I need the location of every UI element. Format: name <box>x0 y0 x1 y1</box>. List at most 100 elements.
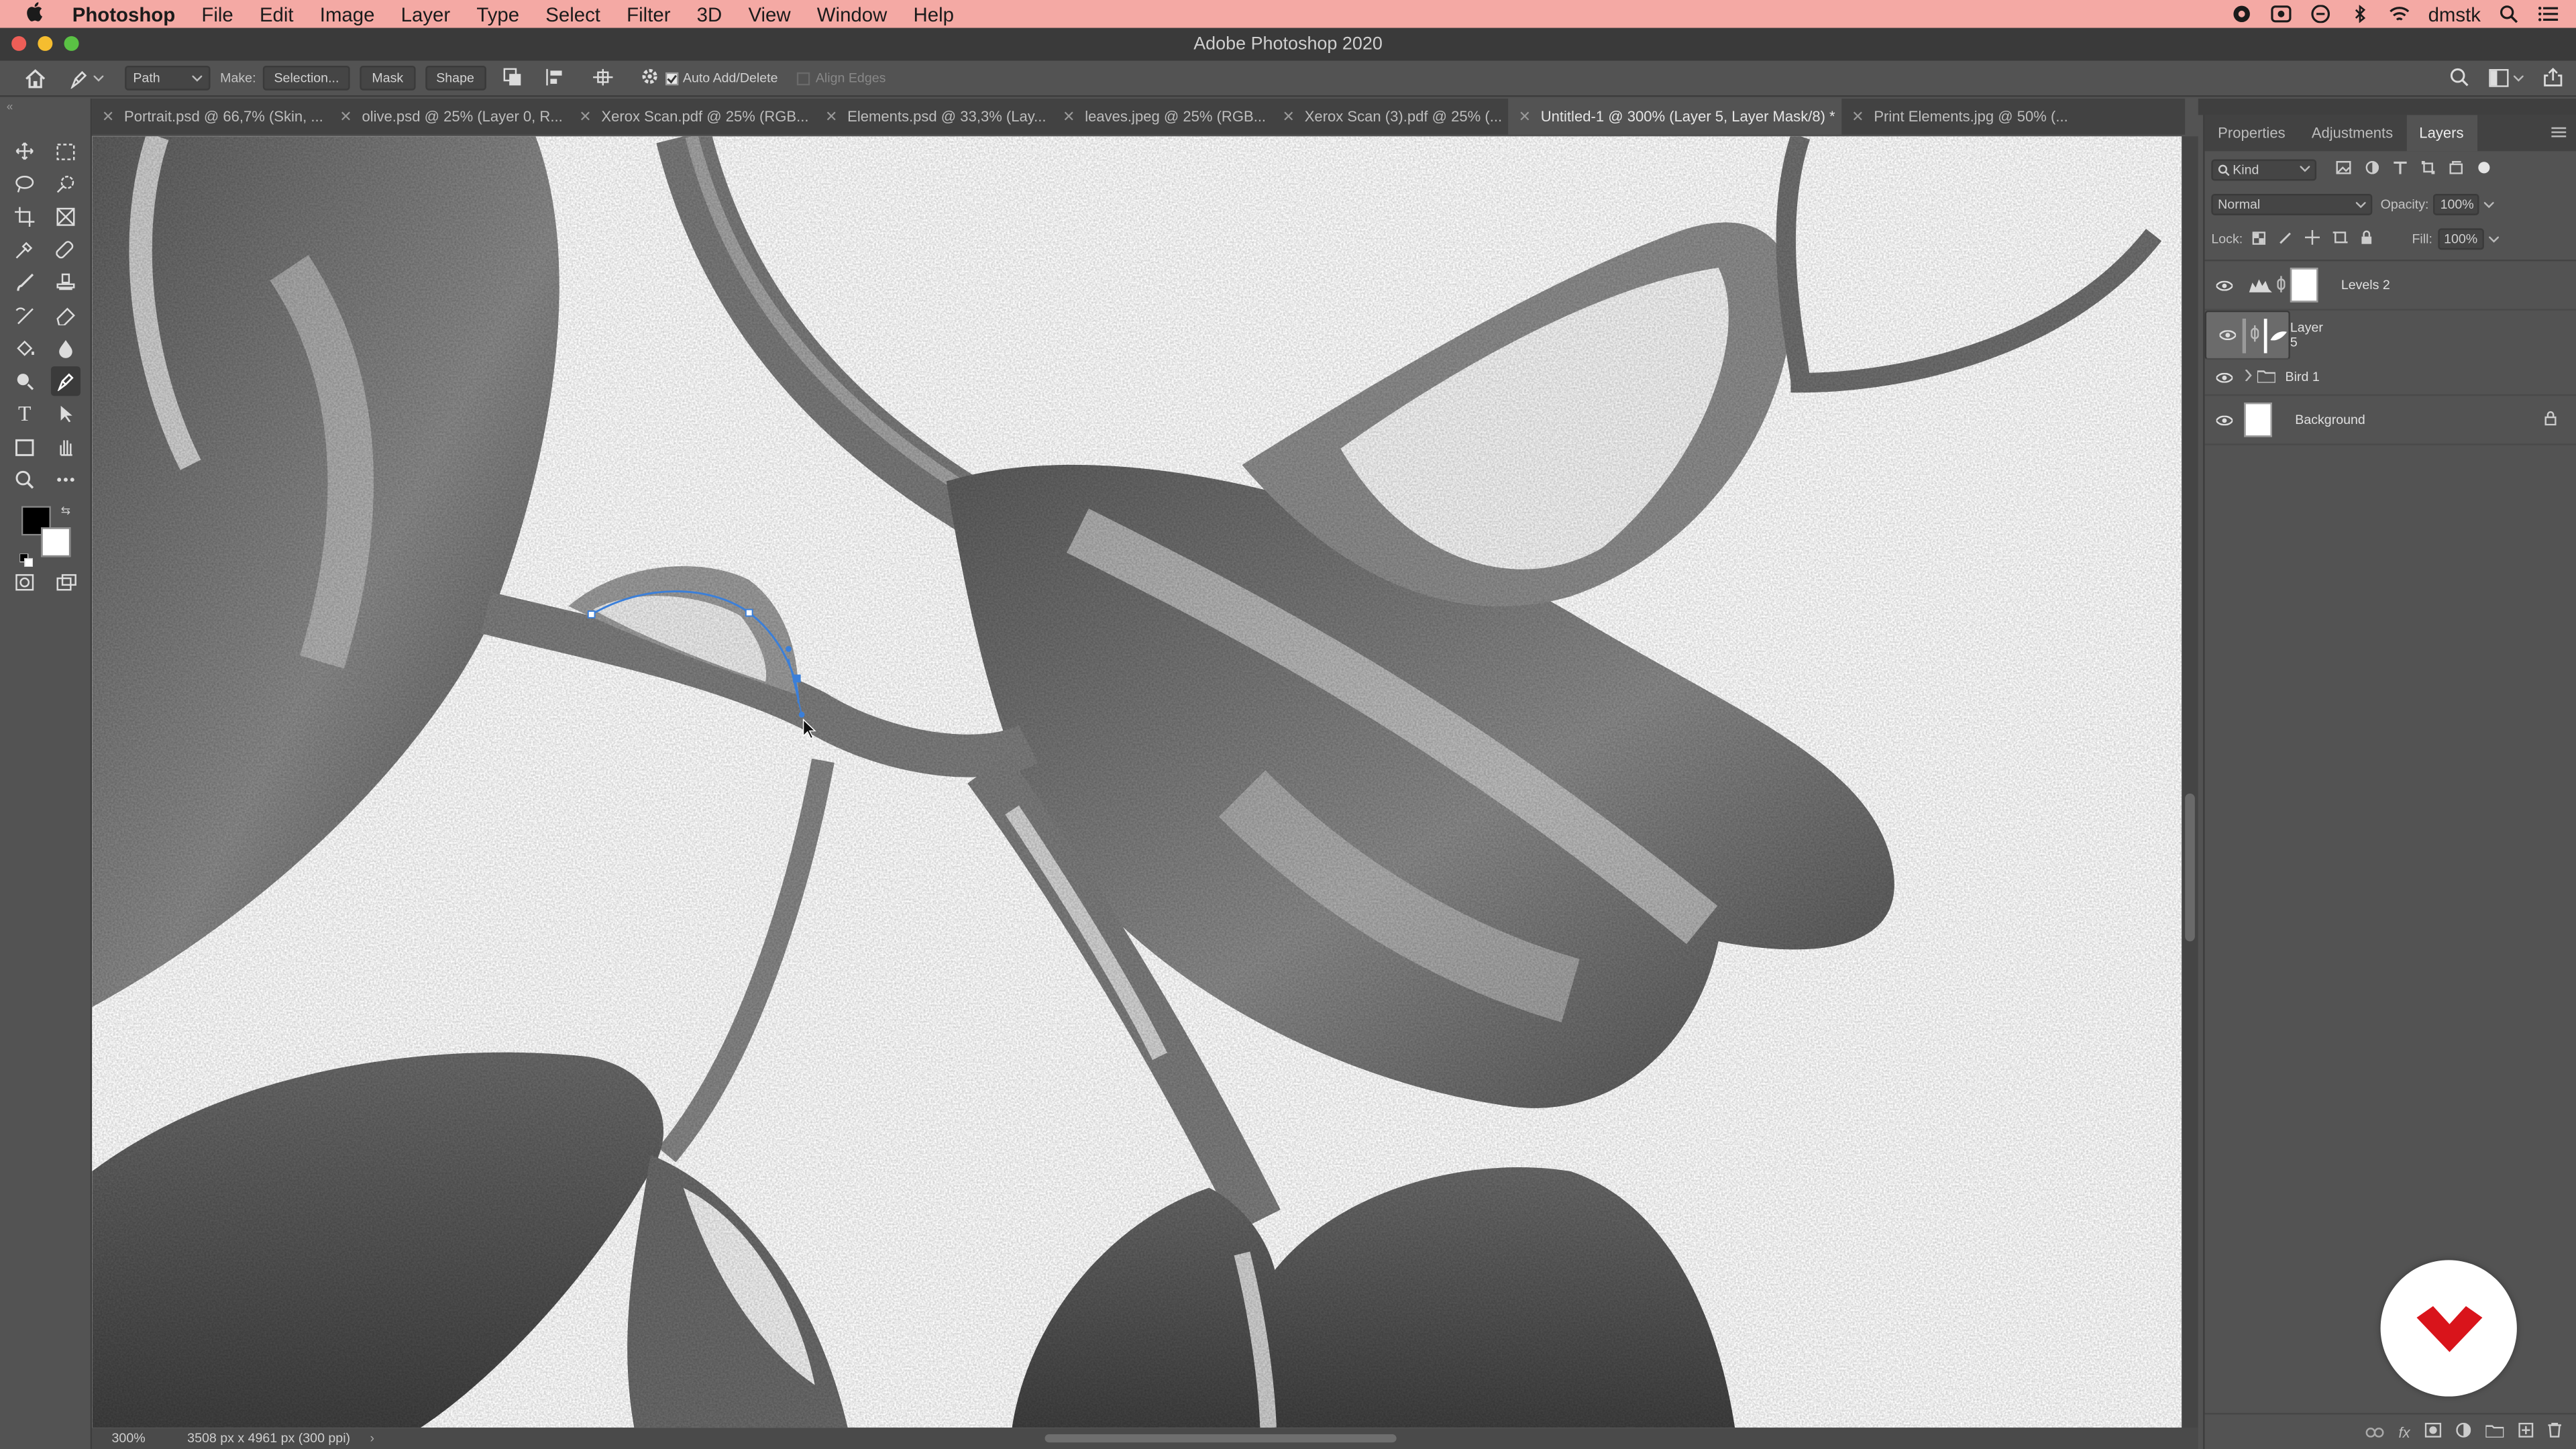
quick-mask-icon[interactable] <box>10 567 40 596</box>
fill-slider-chevron-icon[interactable] <box>2488 235 2498 242</box>
close-tab-icon[interactable]: ✕ <box>1063 107 1075 125</box>
hand-tool-icon[interactable] <box>51 432 80 462</box>
mask-link-icon[interactable] <box>2277 275 2286 294</box>
tab-layers[interactable]: Layers <box>2406 115 2477 152</box>
new-group-icon[interactable] <box>2485 1424 2505 1440</box>
eyedropper-tool-icon[interactable] <box>10 235 40 264</box>
healing-brush-tool-icon[interactable] <box>51 235 80 264</box>
visibility-eye-icon[interactable] <box>2211 277 2237 293</box>
frame-tool-icon[interactable] <box>51 202 80 231</box>
workspace-icon[interactable] <box>2489 68 2524 87</box>
gear-icon[interactable] <box>640 67 658 89</box>
direction-handle[interactable] <box>798 711 805 718</box>
path-arrangement-icon[interactable] <box>591 66 614 89</box>
layer-row-background[interactable]: Background <box>2204 396 2576 445</box>
auto-add-delete-checkbox[interactable]: Auto Add/Delete <box>664 70 778 85</box>
blur-tool-icon[interactable] <box>51 333 80 363</box>
visibility-eye-icon[interactable] <box>2211 411 2237 427</box>
mask-link-icon[interactable] <box>2251 325 2259 345</box>
menu-file[interactable]: File <box>189 3 247 25</box>
clone-stamp-tool-icon[interactable] <box>51 268 80 297</box>
menu-type[interactable]: Type <box>464 3 533 25</box>
tab-properties[interactable]: Properties <box>2205 115 2299 151</box>
make-shape-button[interactable]: Shape <box>425 65 486 91</box>
anchor-point[interactable] <box>587 610 596 619</box>
brush-tool-icon[interactable] <box>10 268 40 297</box>
more-tools-icon[interactable] <box>51 465 80 494</box>
close-tab-icon[interactable]: ✕ <box>1851 107 1864 125</box>
tab-print-elements[interactable]: ✕ Print Elements.jpg @ 50% (... <box>1841 99 2074 135</box>
close-tab-icon[interactable]: ✕ <box>1519 107 1531 125</box>
pen-mode-select[interactable]: Path <box>125 65 211 91</box>
background-color-swatch[interactable] <box>41 527 71 557</box>
new-layer-icon[interactable] <box>2518 1422 2534 1441</box>
collapse-toolbar-icon[interactable]: « <box>7 102 13 113</box>
layer-mask-thumbnail[interactable] <box>2263 317 2288 353</box>
make-selection-button[interactable]: Selection... <box>262 65 351 91</box>
zoom-tool-icon[interactable] <box>10 465 40 494</box>
visibility-eye-icon[interactable] <box>2218 327 2237 343</box>
panel-menu-icon[interactable] <box>2551 125 2567 141</box>
close-tab-icon[interactable]: ✕ <box>1283 107 1295 125</box>
zoom-window-button[interactable] <box>64 36 79 51</box>
swap-colors-icon[interactable]: ⇆ <box>61 504 70 517</box>
tool-preset-pen-icon[interactable] <box>69 68 125 89</box>
menu-select[interactable]: Select <box>533 3 614 25</box>
vertical-scroll-thumb[interactable] <box>2185 793 2195 942</box>
close-window-button[interactable] <box>11 36 27 51</box>
menu-edit[interactable]: Edit <box>246 3 307 25</box>
layer-row-levels-2[interactable]: Levels 2 <box>2204 261 2576 311</box>
menu-filter[interactable]: Filter <box>614 3 684 25</box>
new-adjustment-layer-icon[interactable] <box>2456 1422 2471 1441</box>
group-expand-chevron-icon[interactable] <box>2244 369 2252 384</box>
opacity-slider-chevron-icon[interactable] <box>2484 201 2495 208</box>
blend-mode-select[interactable]: Normal <box>2211 193 2373 215</box>
pen-tool-icon[interactable] <box>50 366 81 396</box>
document-canvas[interactable] <box>92 136 2182 1428</box>
layer-thumbnail[interactable] <box>2242 317 2246 353</box>
screen-record-icon[interactable] <box>2270 5 2292 23</box>
add-mask-icon[interactable] <box>2424 1422 2442 1441</box>
lock-icon[interactable] <box>2544 411 2557 429</box>
layer-row-bird-1[interactable]: Bird 1 <box>2204 360 2576 396</box>
menu-3d[interactable]: 3D <box>684 3 735 25</box>
filter-adjustment-icon[interactable] <box>2365 161 2379 177</box>
filter-type-icon[interactable] <box>2394 161 2407 177</box>
filter-pixel-icon[interactable] <box>2336 161 2351 177</box>
spotlight-icon[interactable] <box>2499 5 2520 23</box>
layer-row-layer-5[interactable]: Layer 5 <box>2204 310 2323 360</box>
bluetooth-icon[interactable] <box>2349 4 2371 23</box>
move-tool-icon[interactable] <box>10 136 40 166</box>
lock-all-icon[interactable] <box>2361 230 2373 248</box>
filter-shape-icon[interactable] <box>2421 161 2435 177</box>
menu-help[interactable]: Help <box>900 3 967 25</box>
layer-thumbnail[interactable] <box>2244 402 2272 437</box>
close-tab-icon[interactable]: ✕ <box>339 107 352 125</box>
tab-leaves[interactable]: ✕ leaves.jpeg @ 25% (RGB... <box>1053 99 1273 135</box>
menu-layer[interactable]: Layer <box>388 3 464 25</box>
filter-smart-object-icon[interactable] <box>2449 161 2463 177</box>
direction-handle[interactable] <box>786 645 792 652</box>
tab-adjustments[interactable]: Adjustments <box>2298 115 2406 151</box>
rectangle-tool-icon[interactable] <box>10 432 40 462</box>
zoom-level[interactable]: 300% <box>112 1431 178 1446</box>
minimize-window-button[interactable] <box>38 36 53 51</box>
lasso-tool-icon[interactable] <box>10 169 40 199</box>
quick-selection-tool-icon[interactable] <box>51 169 80 199</box>
vertical-scrollbar[interactable] <box>2182 136 2198 1428</box>
apple-icon[interactable] <box>23 1 46 26</box>
vpn-icon[interactable] <box>2310 4 2331 23</box>
tab-elements[interactable]: ✕ Elements.psd @ 33,3% (Lay... <box>815 99 1053 135</box>
creative-cloud-icon[interactable] <box>2231 5 2253 23</box>
anchor-point[interactable] <box>792 674 801 683</box>
lock-artboard-icon[interactable] <box>2332 230 2348 248</box>
menu-view[interactable]: View <box>735 3 804 25</box>
marquee-tool-icon[interactable] <box>51 136 80 166</box>
horizontal-scroll-thumb[interactable] <box>1044 1434 1397 1443</box>
link-layers-icon[interactable] <box>2365 1424 2384 1440</box>
filter-toggle-icon[interactable] <box>2477 161 2491 177</box>
crop-tool-icon[interactable] <box>10 202 40 231</box>
path-operations-icon[interactable] <box>502 66 522 89</box>
history-brush-tool-icon[interactable] <box>10 301 40 330</box>
anchor-point[interactable] <box>745 608 753 617</box>
